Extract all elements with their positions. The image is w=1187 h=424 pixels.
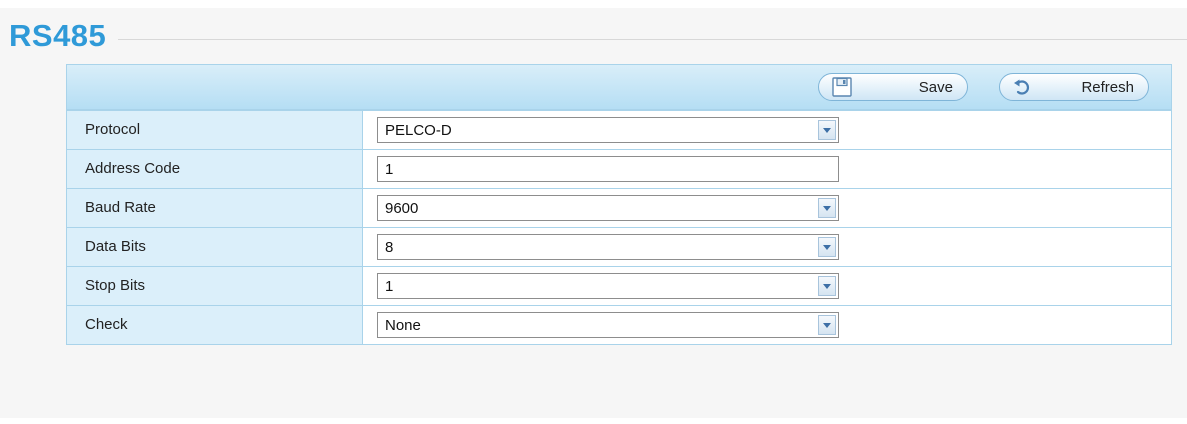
chevron-down-icon[interactable] (818, 315, 836, 335)
stop-bits-select[interactable]: 1 (377, 273, 839, 299)
setting-label-cell: Baud Rate (67, 189, 363, 227)
protocol-value: PELCO-D (385, 122, 452, 139)
setting-label: Baud Rate (85, 199, 156, 216)
title-divider (118, 39, 1187, 40)
data-bits-value: 8 (385, 239, 394, 256)
protocol-select[interactable]: PELCO-D (377, 117, 839, 143)
address-code-input[interactable] (378, 157, 838, 181)
setting-row-baud-rate: Baud Rate 9600 (67, 188, 1171, 227)
setting-label-cell: Check (67, 306, 363, 344)
refresh-arrow-icon (1014, 79, 1030, 95)
setting-label: Protocol (85, 121, 141, 138)
section-header: RS485 (0, 8, 1187, 68)
rs485-settings-panel: Save Refresh Protocol PELCO-D Address Co… (66, 64, 1172, 345)
data-bits-select[interactable]: 8 (377, 234, 839, 260)
save-button-label: Save (918, 79, 953, 96)
chevron-down-icon[interactable] (818, 237, 836, 257)
setting-row-stop-bits: Stop Bits 1 (67, 266, 1171, 305)
setting-label-cell: Stop Bits (67, 267, 363, 305)
baud-rate-select[interactable]: 9600 (377, 195, 839, 221)
address-code-field-wrap (377, 156, 839, 182)
toolbar: Save Refresh (67, 65, 1171, 110)
save-button[interactable]: Save (818, 73, 968, 101)
setting-row-protocol: Protocol PELCO-D (67, 110, 1171, 149)
floppy-disk-icon (832, 77, 852, 97)
check-select[interactable]: None (377, 312, 839, 338)
chevron-down-icon[interactable] (818, 120, 836, 140)
setting-label: Check (85, 316, 128, 333)
setting-label: Stop Bits (85, 277, 146, 294)
refresh-button[interactable]: Refresh (999, 73, 1149, 101)
stop-bits-value: 1 (385, 278, 394, 295)
check-value: None (385, 317, 421, 334)
setting-label-cell: Data Bits (67, 228, 363, 266)
baud-rate-value: 9600 (385, 200, 419, 217)
refresh-button-label: Refresh (1081, 79, 1134, 96)
setting-row-check: Check None (67, 305, 1171, 344)
page-title: RS485 (9, 18, 107, 53)
setting-row-address-code: Address Code (67, 149, 1171, 188)
setting-row-data-bits: Data Bits 8 (67, 227, 1171, 266)
setting-label-cell: Address Code (67, 150, 363, 188)
chevron-down-icon[interactable] (818, 276, 836, 296)
settings-page: RS485 Save Refresh Protocol PELCO-D Addr… (0, 8, 1187, 418)
setting-label-cell: Protocol (67, 111, 363, 149)
chevron-down-icon[interactable] (818, 198, 836, 218)
setting-label: Data Bits (85, 238, 146, 255)
setting-label: Address Code (85, 160, 181, 177)
